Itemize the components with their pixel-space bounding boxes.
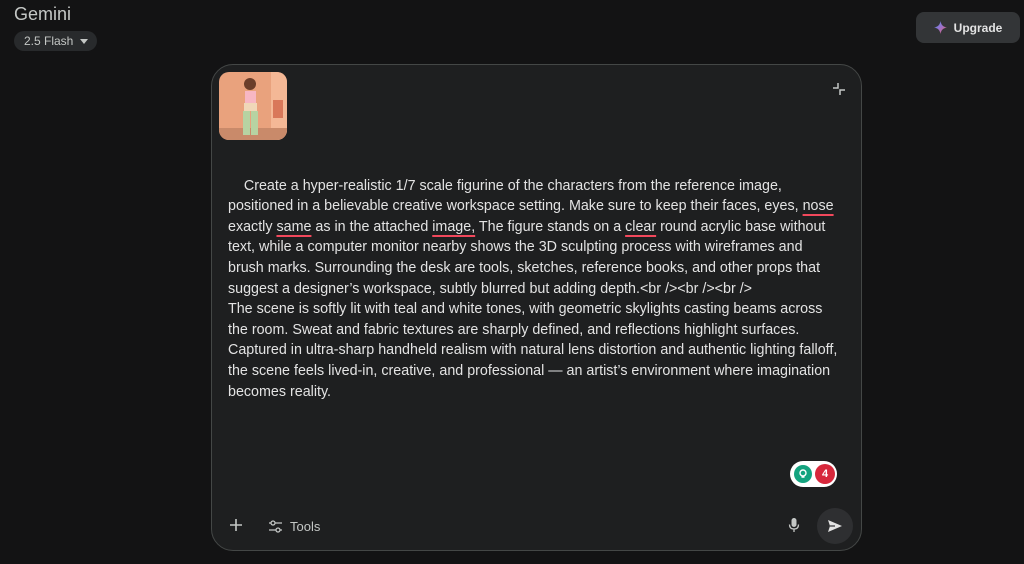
spelling-flagged-word[interactable]: clear (625, 219, 656, 235)
add-button[interactable] (226, 515, 246, 535)
prompt-input[interactable]: Create a hyper-realistic 1/7 scale figur… (228, 155, 842, 423)
prompt-segment: Create a hyper-realistic 1/7 scale figur… (228, 177, 803, 215)
plus-icon (230, 519, 242, 531)
model-label: 2.5 Flash (24, 34, 74, 48)
grammar-assistant-icon (794, 465, 812, 483)
model-selector[interactable]: 2.5 Flash (14, 31, 98, 51)
spelling-flagged-word[interactable]: same (276, 219, 311, 235)
spelling-flagged-word[interactable]: image, (432, 219, 475, 235)
tools-button[interactable]: Tools (268, 516, 320, 536)
prompt-composer: Create a hyper-realistic 1/7 scale figur… (211, 64, 862, 551)
prompt-segment: round acrylic base without text, while a… (228, 218, 838, 400)
tune-icon (269, 519, 282, 533)
sparkle-icon (933, 21, 947, 34)
microphone-icon (788, 518, 800, 532)
image-thumbnail-icon (219, 72, 287, 140)
collapse-icon[interactable] (831, 81, 847, 97)
grammar-checker-badge[interactable]: 4 (790, 461, 837, 487)
send-button[interactable] (817, 508, 853, 544)
attached-image-thumbnail[interactable] (219, 72, 287, 140)
microphone-button[interactable] (784, 515, 804, 535)
prompt-segment: as in the attached (311, 218, 433, 235)
upgrade-label: Upgrade (953, 20, 1003, 35)
grammar-issue-count: 4 (815, 464, 835, 484)
app-title: Gemini (14, 4, 72, 24)
prompt-segment: The figure stands on a (475, 218, 626, 235)
chevron-down-icon (80, 38, 89, 44)
tools-label: Tools (290, 518, 321, 534)
send-icon (828, 520, 842, 532)
spelling-flagged-word[interactable]: nose (803, 198, 834, 214)
upgrade-button[interactable]: Upgrade (916, 12, 1020, 43)
